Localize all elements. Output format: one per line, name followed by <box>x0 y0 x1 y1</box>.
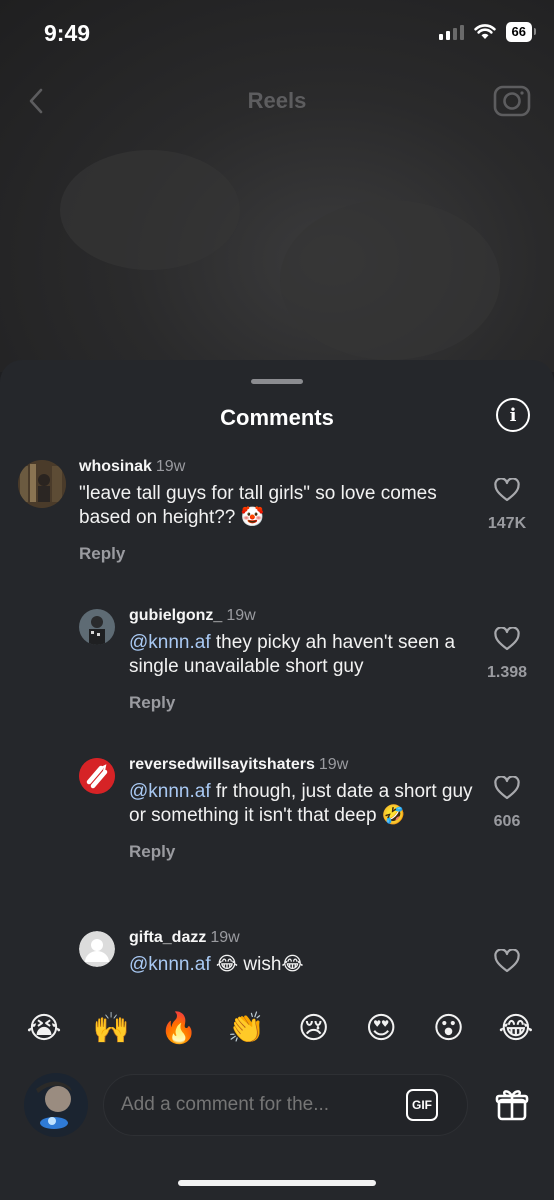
status-time: 9:49 <box>44 20 91 46</box>
emoji-button[interactable]: 😢 <box>294 1010 334 1048</box>
like-count: 606 <box>493 813 521 830</box>
emoji-button[interactable]: 😍 <box>361 1010 401 1048</box>
comment-time: 19w <box>226 607 256 624</box>
mention-link[interactable]: @knnn.af <box>129 954 211 975</box>
reply-button[interactable]: Reply <box>129 842 175 862</box>
comment-username[interactable]: gifta_dazz <box>129 929 206 946</box>
wifi-icon <box>473 24 496 39</box>
sheet-title: Comments <box>220 405 334 430</box>
heart-icon[interactable] <box>494 626 520 651</box>
comment-time: 19w <box>155 458 186 475</box>
comment-time: 19w <box>318 756 349 773</box>
sheet-grabber[interactable] <box>251 379 303 384</box>
reply-button[interactable]: Reply <box>129 693 175 713</box>
comment-username[interactable]: whosinak <box>79 458 152 475</box>
comment-text: "leave tall guys for tall girls" so love… <box>79 483 437 528</box>
emoji-button[interactable]: 😮 <box>429 1010 469 1048</box>
page-title: Reels <box>247 88 307 113</box>
like-count: 1.398 <box>486 664 528 681</box>
cellular-signal-icon <box>438 24 464 40</box>
emoji-button[interactable]: 😂 <box>496 1010 536 1048</box>
avatar[interactable] <box>79 931 115 967</box>
comment-time: 19w <box>210 929 240 946</box>
camera-icon[interactable] <box>492 82 532 118</box>
avatar[interactable] <box>79 609 115 645</box>
emoji-button[interactable]: 😭 <box>24 1010 64 1048</box>
comment-username[interactable]: gubielgonz_ <box>129 607 222 624</box>
reel-header: Reels <box>0 80 554 124</box>
info-icon[interactable]: i <box>496 398 530 432</box>
home-indicator[interactable] <box>178 1180 376 1186</box>
avatar[interactable] <box>18 460 66 508</box>
mention-link[interactable]: @knnn.af <box>129 632 211 653</box>
avatar[interactable] <box>24 1073 88 1137</box>
avatar[interactable] <box>79 758 115 794</box>
like-count: 147K <box>487 515 527 532</box>
status-bar: 9:49 66 <box>0 0 554 70</box>
mention-link[interactable]: @knnn.af <box>129 781 211 802</box>
gif-button[interactable]: GIF <box>406 1089 438 1121</box>
emoji-reaction-bar: 😭 🙌 🔥 👏 😢 😍 😮 😂 <box>24 1010 536 1048</box>
heart-icon[interactable] <box>494 775 520 800</box>
reply-button[interactable]: Reply <box>79 544 125 564</box>
emoji-button[interactable]: 🔥 <box>159 1010 199 1048</box>
heart-icon[interactable] <box>494 477 520 502</box>
emoji-button[interactable]: 🙌 <box>91 1010 131 1048</box>
comment-username[interactable]: reversedwillsayitshaters <box>129 756 315 773</box>
comment-text: 😂 wish😂 <box>210 954 304 975</box>
emoji-button[interactable]: 👏 <box>226 1010 266 1048</box>
heart-icon[interactable] <box>494 948 520 973</box>
battery-indicator: 66 <box>505 22 537 42</box>
gift-icon[interactable] <box>494 1086 530 1122</box>
comment-composer: GIF <box>0 1072 554 1142</box>
